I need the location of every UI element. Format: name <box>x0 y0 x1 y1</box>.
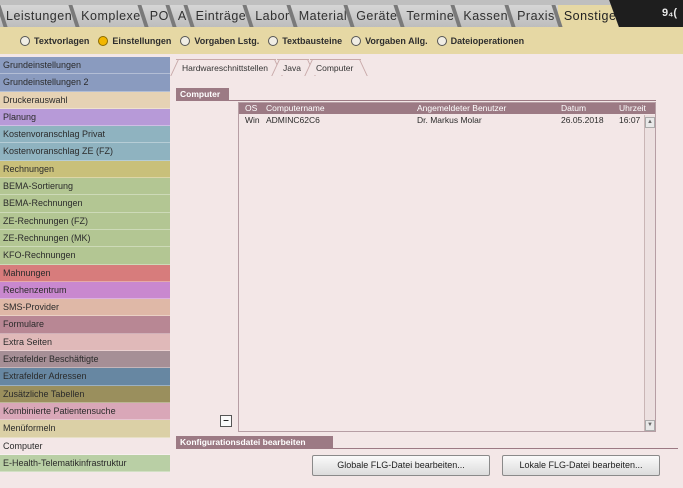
sidebar-item-menüformeln[interactable]: Menüformeln <box>0 420 170 438</box>
tab-material[interactable]: Material <box>292 5 351 27</box>
tab-eintraege[interactable]: Einträge <box>189 5 250 27</box>
cell-time: 16:07 <box>619 115 641 125</box>
column-header-date[interactable]: Datum <box>561 103 586 114</box>
tab-praxis[interactable]: Praxis <box>511 5 558 27</box>
radio-dot-icon <box>268 35 279 46</box>
sidebar-item-druckerauswahl[interactable]: Druckerauswahl <box>0 91 170 109</box>
sidebar-item-bema-rechnungen[interactable]: BEMA-Rechnungen <box>0 195 170 213</box>
subtab-hardwareschnittstellen[interactable]: Hardwareschnittstellen <box>176 59 276 75</box>
scroll-up-icon[interactable]: ▲ <box>645 117 655 128</box>
tab-labor[interactable]: Labor <box>249 5 293 27</box>
sidebar-item-extrafelder-adressen[interactable]: Extrafelder Adressen <box>0 368 170 386</box>
sidebar-item-mahnungen[interactable]: Mahnungen <box>0 264 170 282</box>
radio-dateioperationen[interactable]: Dateioperationen <box>436 35 525 46</box>
tab-geraete[interactable]: Geräte <box>350 5 401 27</box>
radio-label: Vorgaben Allg. <box>365 35 428 46</box>
edit-local-flg-button[interactable]: Lokale FLG-Datei bearbeiten... <box>502 455 660 476</box>
radio-dot-icon <box>436 35 447 46</box>
sidebar-item-kostenvoranschlag-ze-fz[interactable]: Kostenvoranschlag ZE (FZ) <box>0 143 170 161</box>
top-tab-bar: Leistungen Komplexe PO A Einträge Labor … <box>0 0 683 27</box>
sub-navigation-radios: Textvorlagen Einstellungen Vorgaben Lstg… <box>0 27 683 54</box>
tab-termine[interactable]: Termine <box>400 5 458 27</box>
radio-textbausteine[interactable]: Textbausteine <box>268 35 343 46</box>
sidebar-item-computer[interactable]: Computer <box>0 437 170 455</box>
sidebar-item-kostenvoranschlag-privat[interactable]: Kostenvoranschlag Privat <box>0 126 170 144</box>
radio-vorgaben-lstg[interactable]: Vorgaben Lstg. <box>180 35 260 46</box>
column-header-os[interactable]: OS <box>245 103 257 114</box>
column-header-time[interactable]: Uhrzeit <box>619 103 646 114</box>
radio-vorgaben-allg[interactable]: Vorgaben Allg. <box>351 35 428 46</box>
radio-dot-icon <box>20 35 30 46</box>
radio-label: Textbausteine <box>282 35 343 46</box>
sidebar-item-extrafelder-beschäftigte[interactable]: Extrafelder Beschäftigte <box>0 351 170 369</box>
subtab-java[interactable]: Java <box>276 59 309 75</box>
sidebar-footer <box>0 473 170 488</box>
sidebar-item-rechnungen[interactable]: Rechnungen <box>0 160 170 179</box>
top-tabs: Leistungen Komplexe PO A Einträge Labor … <box>0 5 627 27</box>
tab-leistungen[interactable]: Leistungen <box>0 5 76 27</box>
cell-user: Dr. Markus Molar <box>417 115 482 125</box>
sidebar-item-grundeinstellungen[interactable]: Grundeinstellungen <box>0 57 170 75</box>
section-divider <box>176 448 678 449</box>
computer-table: OS Computername Angemeldeter Benutzer Da… <box>238 102 656 432</box>
settings-subtabs: Hardwareschnittstellen Java Computer <box>176 59 362 75</box>
computer-section-title: Computer <box>176 88 229 100</box>
column-header-user[interactable]: Angemeldeter Benutzer <box>417 103 506 114</box>
sidebar-item-grundeinstellungen-2[interactable]: Grundeinstellungen 2 <box>0 74 170 92</box>
tab-komplexe[interactable]: Komplexe <box>75 5 144 27</box>
scroll-down-icon[interactable]: ▼ <box>645 420 655 431</box>
radio-dot-icon <box>98 35 109 46</box>
tab-kassen[interactable]: Kassen <box>457 5 512 27</box>
radio-label: Einstellungen <box>112 35 172 46</box>
sidebar-item-zusätzliche-tabellen[interactable]: Zusätzliche Tabellen <box>0 385 170 403</box>
table-scrollbar[interactable]: ▲ ▼ <box>644 115 655 431</box>
sidebar-item-formulare[interactable]: Formulare <box>0 316 170 334</box>
table-row[interactable]: Win ADMINC62C6 Dr. Markus Molar 26.05.20… <box>239 115 643 126</box>
settings-sidebar: Grundeinstellungen Grundeinstellungen 2 Dr… <box>0 57 170 473</box>
radio-einstellungen[interactable]: Einstellungen <box>98 35 172 46</box>
sidebar-item-kfo-rechnungen[interactable]: KFO-Rechnungen <box>0 247 170 265</box>
corner-panel: 9₄( <box>620 0 683 27</box>
sidebar-item-planung[interactable]: Planung <box>0 108 170 127</box>
sidebar-item-extra-seiten[interactable]: Extra Seiten <box>0 333 170 352</box>
table-header: OS Computername Angemeldeter Benutzer Da… <box>239 103 655 114</box>
cell-date: 26.05.2018 <box>561 115 604 125</box>
column-header-computername[interactable]: Computername <box>266 103 325 114</box>
sidebar-item-ze-rechnungen-fz[interactable]: ZE-Rechnungen (FZ) <box>0 212 170 230</box>
remove-computer-button[interactable]: – <box>220 415 232 427</box>
sidebar-item-e-health-telematikinfrastruktur[interactable]: E-Health-Telematikinfrastruktur <box>0 454 170 473</box>
cell-os: Win <box>245 115 260 125</box>
radio-label: Textvorlagen <box>34 35 90 46</box>
cell-computername: ADMINC62C6 <box>266 115 320 125</box>
sidebar-item-bema-sortierung[interactable]: BEMA-Sortierung <box>0 178 170 196</box>
radio-textvorlagen[interactable]: Textvorlagen <box>20 35 90 46</box>
sidebar-item-rechenzentrum[interactable]: Rechenzentrum <box>0 281 170 300</box>
radio-label: Dateioperationen <box>450 35 525 46</box>
sidebar-item-ze-rechnungen-mk[interactable]: ZE-Rechnungen (MK) <box>0 229 170 248</box>
section-divider <box>176 100 656 101</box>
main-panel: Hardwareschnittstellen Java Computer Com… <box>172 57 683 488</box>
sidebar-item-kombinierte-patientensuche[interactable]: Kombinierte Patientensuche <box>0 402 170 421</box>
sidebar-item-sms-provider[interactable]: SMS-Provider <box>0 299 170 317</box>
radio-dot-icon <box>180 35 191 46</box>
subtab-computer[interactable]: Computer <box>309 59 362 75</box>
config-section-title: Konfigurationsdatei bearbeiten <box>176 436 333 448</box>
radio-dot-icon <box>351 35 362 46</box>
edit-global-flg-button[interactable]: Globale FLG-Datei bearbeiten... <box>312 455 490 476</box>
radio-label: Vorgaben Lstg. <box>194 35 260 46</box>
corner-label: 9₄( <box>661 7 677 19</box>
